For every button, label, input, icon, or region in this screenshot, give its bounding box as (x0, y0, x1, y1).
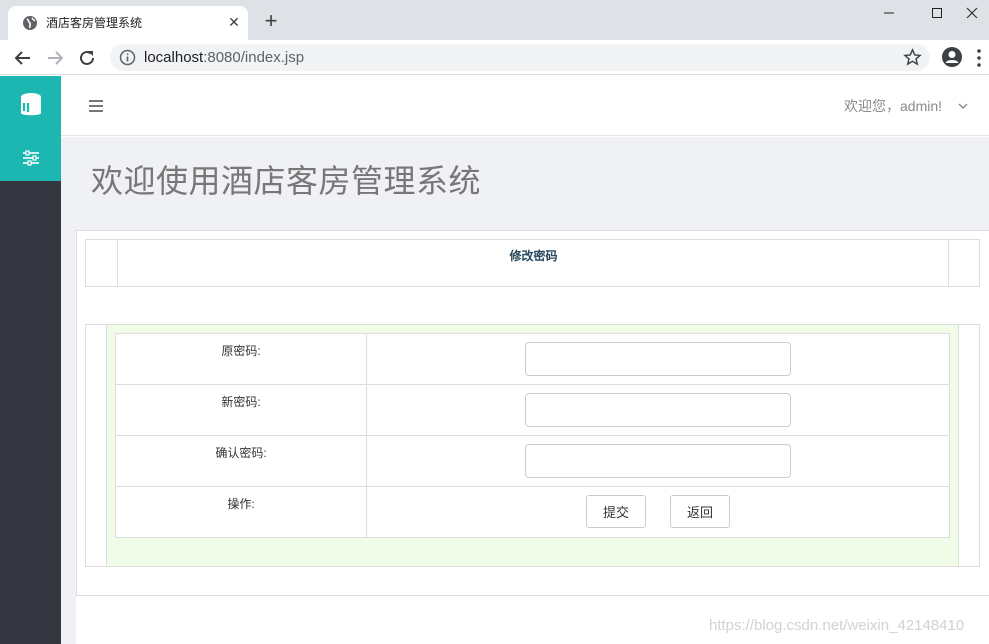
old-password-label: 原密码: (116, 334, 367, 384)
maximize-icon (932, 8, 942, 18)
change-password-form: 原密码: 新密码: 确认密码: 操作: 提交 返回 (115, 333, 950, 538)
arrow-left-icon (14, 51, 30, 65)
more-vert-icon[interactable] (975, 48, 983, 68)
form-side-right (958, 325, 979, 566)
form-row-new-password: 新密码: (116, 385, 949, 436)
star-icon[interactable] (903, 48, 922, 67)
database-icon[interactable] (19, 92, 43, 118)
chevron-down-icon[interactable] (957, 101, 969, 111)
url-host: localhost (144, 49, 204, 66)
submit-button[interactable]: 提交 (586, 495, 646, 528)
old-password-field[interactable] (525, 342, 791, 376)
form-side-left (86, 325, 107, 566)
url-path: :8080/index.jsp (203, 49, 305, 66)
address-bar[interactable]: localhost:8080/index.jsp (110, 44, 930, 71)
sidebar-menu-top (0, 76, 61, 181)
minimize-button[interactable] (866, 0, 912, 26)
user-welcome-menu[interactable]: 欢迎您，admin! (844, 97, 942, 115)
form-row-confirm-password: 确认密码: (116, 436, 949, 487)
actions-label: 操作: (116, 487, 367, 537)
back-button[interactable] (12, 47, 34, 69)
browser-tab[interactable]: 酒店客房管理系统 ✕ (8, 6, 248, 40)
url-text[interactable]: localhost:8080/index.jsp (144, 50, 304, 66)
reload-icon (80, 50, 94, 65)
heading-cell-left (86, 240, 118, 286)
page-title: 欢迎使用酒店客房管理系统 (91, 163, 482, 199)
sidebar (0, 76, 61, 644)
maximize-button[interactable] (914, 0, 960, 26)
back-button[interactable]: 返回 (670, 495, 730, 528)
watermark-text: https://blog.csdn.net/weixin_42148410 (709, 617, 965, 634)
confirm-password-field[interactable] (525, 444, 791, 478)
profile-icon[interactable] (941, 46, 963, 68)
new-tab-button[interactable]: + (260, 10, 282, 32)
reload-button[interactable] (76, 47, 98, 69)
forward-button[interactable] (44, 47, 66, 69)
tab-title: 酒店客房管理系统 (46, 16, 143, 30)
new-password-field[interactable] (525, 393, 791, 427)
hamburger-menu-icon[interactable] (89, 100, 103, 112)
arrow-right-icon (48, 51, 64, 65)
confirm-password-label: 确认密码: (116, 436, 367, 486)
heading-cell-right (948, 240, 979, 286)
browser-tabstrip: 酒店客房管理系统 ✕ + (0, 0, 989, 40)
globe-icon (23, 16, 37, 30)
close-icon[interactable]: ✕ (226, 14, 242, 30)
minimize-icon (884, 12, 894, 14)
window-close-button[interactable] (955, 0, 989, 26)
form-row-old-password: 原密码: (116, 334, 949, 385)
panel-heading-row: 修改密码 (85, 239, 980, 287)
sliders-icon[interactable] (22, 150, 40, 166)
panel-heading: 修改密码 (509, 249, 558, 263)
browser-toolbar: localhost:8080/index.jsp (0, 40, 989, 75)
app-header: 欢迎您，admin! (61, 76, 989, 136)
form-row-actions: 操作: 提交 返回 (116, 487, 949, 538)
info-icon[interactable] (119, 49, 136, 66)
close-icon (966, 7, 978, 19)
new-password-label: 新密码: (116, 385, 367, 435)
